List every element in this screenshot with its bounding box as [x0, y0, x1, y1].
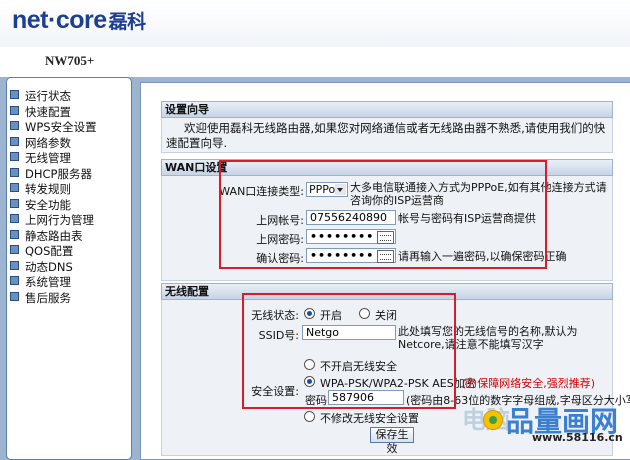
sidebar: 运行状态 快速配置 WPS安全设置 网络参数 无线管理 DHCP服务器 转发规则…: [6, 77, 132, 460]
bullet-icon: [10, 152, 19, 161]
bullet-icon: [10, 167, 19, 177]
sidebar-item-behavior[interactable]: 上网行为管理: [10, 213, 131, 229]
sidebar-item-status[interactable]: 运行状态: [10, 89, 131, 105]
security-keep-radio[interactable]: [304, 411, 315, 422]
brand-name: net·core: [12, 6, 107, 34]
bullet-icon: [10, 198, 19, 208]
bullet-icon: [10, 214, 19, 223]
save-button[interactable]: 保存生效: [370, 427, 414, 455]
sidebar-item-network[interactable]: 网络参数: [10, 136, 131, 152]
sidebar-item-forwarding[interactable]: 转发规则: [10, 182, 131, 198]
bullet-icon: [10, 276, 19, 285]
highlight-box-wireless: [242, 293, 456, 409]
welcome-text: 欢迎使用磊科无线路由器,如果您对网络通信或者无线路由器不熟悉,请使用我们的快速配…: [166, 121, 606, 150]
sidebar-item-service[interactable]: 售后服务: [10, 291, 131, 307]
bullet-icon: [10, 105, 19, 115]
bullet-icon: [10, 90, 19, 99]
security-keep-label: 不修改无线安全设置: [320, 412, 419, 425]
bullet-icon: [10, 121, 19, 130]
wizard-title: 设置向导: [161, 101, 613, 118]
bullet-icon: [10, 229, 19, 239]
sidebar-item-wps[interactable]: WPS安全设置: [10, 120, 131, 136]
watermark-emblem-icon: [483, 410, 503, 430]
wizard-section: 设置向导 欢迎使用磊科无线路由器,如果您对网络通信或者无线路由器不熟悉,请使用我…: [161, 101, 613, 153]
model-name: NW705+: [45, 53, 95, 68]
sidebar-item-dhcp[interactable]: DHCP服务器: [10, 167, 131, 183]
sidebar-item-security[interactable]: 安全功能: [10, 198, 131, 214]
top-banner: net·core 磊科: [0, 0, 630, 47]
sidebar-item-wireless[interactable]: 无线管理: [10, 151, 131, 167]
bullet-icon: [10, 183, 19, 192]
brand-name-cn: 磊科: [108, 12, 147, 33]
brand-logo: net·core 磊科: [12, 6, 146, 35]
watermark: 电脑 品量画网 www.58116.cn: [462, 400, 630, 458]
sidebar-item-ddns[interactable]: 动态DNS: [10, 260, 131, 276]
security-wpa-note: (为保障网络安全,强烈推荐): [462, 377, 596, 390]
sidebar-item-quick-setup[interactable]: 快速配置: [10, 105, 131, 121]
model-band: NW705+: [0, 47, 630, 77]
highlight-box-wan: [219, 160, 547, 269]
bullet-icon: [10, 245, 19, 254]
bullet-icon: [10, 291, 19, 301]
bullet-icon: [10, 136, 19, 146]
sidebar-item-qos[interactable]: QOS配置: [10, 244, 131, 260]
sidebar-item-system[interactable]: 系统管理: [10, 275, 131, 291]
watermark-site: www.58116.cn: [532, 431, 623, 444]
sidebar-item-static-route[interactable]: 静态路由表: [10, 229, 131, 245]
bullet-icon: [10, 260, 19, 270]
